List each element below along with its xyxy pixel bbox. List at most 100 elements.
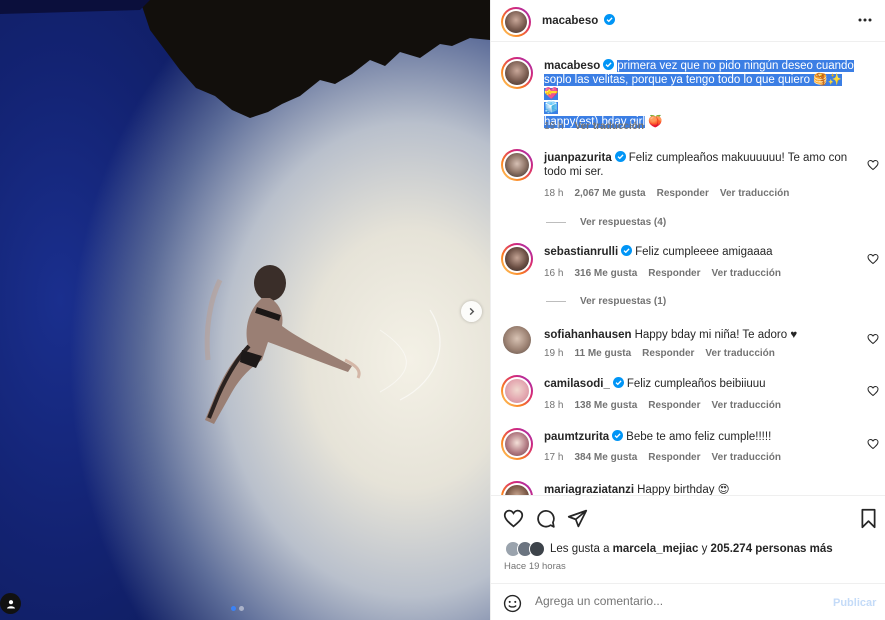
comment-body: Feliz cumpleaños beibiiuuu [626,378,766,390]
comment-likes[interactable]: 11 Me gusta [574,348,631,359]
next-image-button[interactable] [461,301,482,322]
caption-time[interactable]: 19 h [544,121,563,132]
heart-icon[interactable] [867,159,879,171]
comment-likes[interactable]: 384 Me gusta [574,452,637,463]
heart-icon[interactable] [503,508,524,529]
comment-meta: 18 h 138 Me gusta Responder Ver traducci… [544,400,781,411]
swimmer-figure [204,265,441,424]
view-replies-button[interactable]: Ver respuestas (1) [546,296,666,307]
comment-username[interactable]: mariagraziatanzi [544,484,634,495]
carousel-dots [231,606,244,611]
comment-likes[interactable]: 316 Me gusta [574,268,637,279]
user-tag-icon [6,599,15,608]
comment-text: mariagraziatanzi Happy birthday 😍 [544,483,856,495]
comment-meta: 17 h 384 Me gusta Responder Ver traducci… [544,452,781,463]
comment-text: juanpazurita Feliz cumpleaños makuuuuuu! … [544,151,856,179]
reply-button[interactable]: Responder [648,400,700,411]
caption-emoji: 🍑 [648,116,663,128]
reply-button[interactable]: Responder [648,452,700,463]
comment-avatar[interactable] [501,243,533,275]
verified-badge-icon [603,59,615,70]
comment-meta: 18 h 2,067 Me gusta Responder Ver traduc… [544,188,789,199]
translate-link[interactable]: Ver traducción [705,348,774,359]
likes-prefix: Les gusta a [550,543,610,555]
verified-badge-icon [621,245,633,256]
comment-composer: Publicar [491,583,885,620]
comment-time[interactable]: 19 h [544,348,563,359]
comment-avatar[interactable] [501,481,533,495]
comment-body: Happy bday mi niña! Te adoro ♥ [634,329,798,341]
carousel-dot-active [231,606,236,611]
comment-icon[interactable] [535,508,556,529]
comment-time[interactable]: 18 h [544,400,563,411]
likes-others[interactable]: 205.274 personas más [711,543,833,555]
translate-link[interactable]: Ver traducción [720,188,789,199]
view-replies-button[interactable]: Ver respuestas (4) [546,217,666,228]
comment-time[interactable]: 16 h [544,268,563,279]
comment-avatar[interactable] [501,428,533,460]
instagram-post-view: macabeso macabeso primera vez que no pido… [0,0,885,620]
more-options-icon[interactable] [857,12,873,28]
comment-likes[interactable]: 2,067 Me gusta [574,188,645,199]
post-actions: Les gusta a marcela_mejiac y 205.274 per… [491,495,885,583]
translate-link[interactable]: Ver traducción [712,452,781,463]
translate-link[interactable]: Ver traducción [712,400,781,411]
comment-time[interactable]: 18 h [544,188,563,199]
caption-avatar[interactable] [501,57,533,89]
bookmark-icon[interactable] [859,508,878,529]
comment-text: sofiahanhausen Happy bday mi niña! Te ado… [544,328,856,342]
caption-line-2: 🧊 [544,102,559,114]
verified-badge-icon [612,377,624,388]
comment-time[interactable]: 17 h [544,452,563,463]
chevron-right-icon [469,307,475,316]
comment-body: Feliz cumpleeee amigaaaa [635,246,773,258]
carousel-dot [239,606,244,611]
comment-avatar[interactable] [501,375,533,407]
comment-meta: 16 h 316 Me gusta Responder Ver traducci… [544,268,781,279]
comment-avatar[interactable] [503,326,531,354]
comment-username[interactable]: sofiahanhausen [544,329,632,341]
reply-button[interactable]: Responder [642,348,694,359]
heart-icon[interactable] [867,333,879,345]
post-timestamp[interactable]: Hace 19 horas [504,561,566,572]
verified-badge-icon [612,430,624,441]
caption-username[interactable]: macabeso [544,60,600,72]
heart-icon[interactable] [867,438,879,450]
translate-link[interactable]: Ver traducción [712,268,781,279]
verified-badge-icon [604,14,616,25]
comment-body: Bebe te amo feliz cumple!!!!! [626,431,772,443]
reply-button[interactable]: Responder [657,188,709,199]
comment-text: sebastianrulli Feliz cumpleeee amigaaaa [544,245,856,259]
likes-joiner: y [701,543,708,555]
post-side-panel: macabeso macabeso primera vez que no pido… [490,0,885,620]
liker-avatars[interactable] [505,541,547,557]
author-username-row[interactable]: macabeso [542,14,616,27]
comment-text: camilasodi_ Feliz cumpleaños beibiiuuu [544,377,856,391]
comment-username[interactable]: paumtzurita [544,431,609,443]
author-avatar[interactable] [501,7,531,37]
comments-list[interactable]: macabeso primera vez que no pido ningún d… [491,43,885,495]
comment-username[interactable]: juanpazurita [544,152,612,164]
author-username[interactable]: macabeso [542,15,598,27]
comment-text: paumtzurita Bebe te amo feliz cumple!!!!! [544,430,856,444]
reply-button[interactable]: Responder [648,268,700,279]
caption-translate-link[interactable]: Ver traducción [574,121,643,132]
share-icon[interactable] [567,508,588,529]
comment-username[interactable]: sebastianrulli [544,246,618,258]
liker-username[interactable]: marcela_mejiac [613,543,699,555]
emoji-icon[interactable] [503,594,522,613]
post-photo[interactable] [0,0,490,620]
post-comment-button[interactable]: Publicar [833,597,876,609]
comment-input[interactable] [535,594,805,608]
caption-meta: 19 h Ver traducción [544,121,644,132]
comment-username[interactable]: camilasodi_ [544,378,610,390]
comment-avatar[interactable] [501,149,533,181]
post-header: macabeso [491,0,885,42]
heart-icon[interactable] [867,385,879,397]
tagged-users-button[interactable] [0,593,21,614]
comment-body: Happy birthday 😍 [637,484,730,495]
comment-likes[interactable]: 138 Me gusta [574,400,637,411]
likes-summary: Les gusta a marcela_mejiac y 205.274 per… [505,541,833,557]
heart-icon[interactable] [867,253,879,265]
view-replies-label: Ver respuestas (4) [580,217,667,228]
